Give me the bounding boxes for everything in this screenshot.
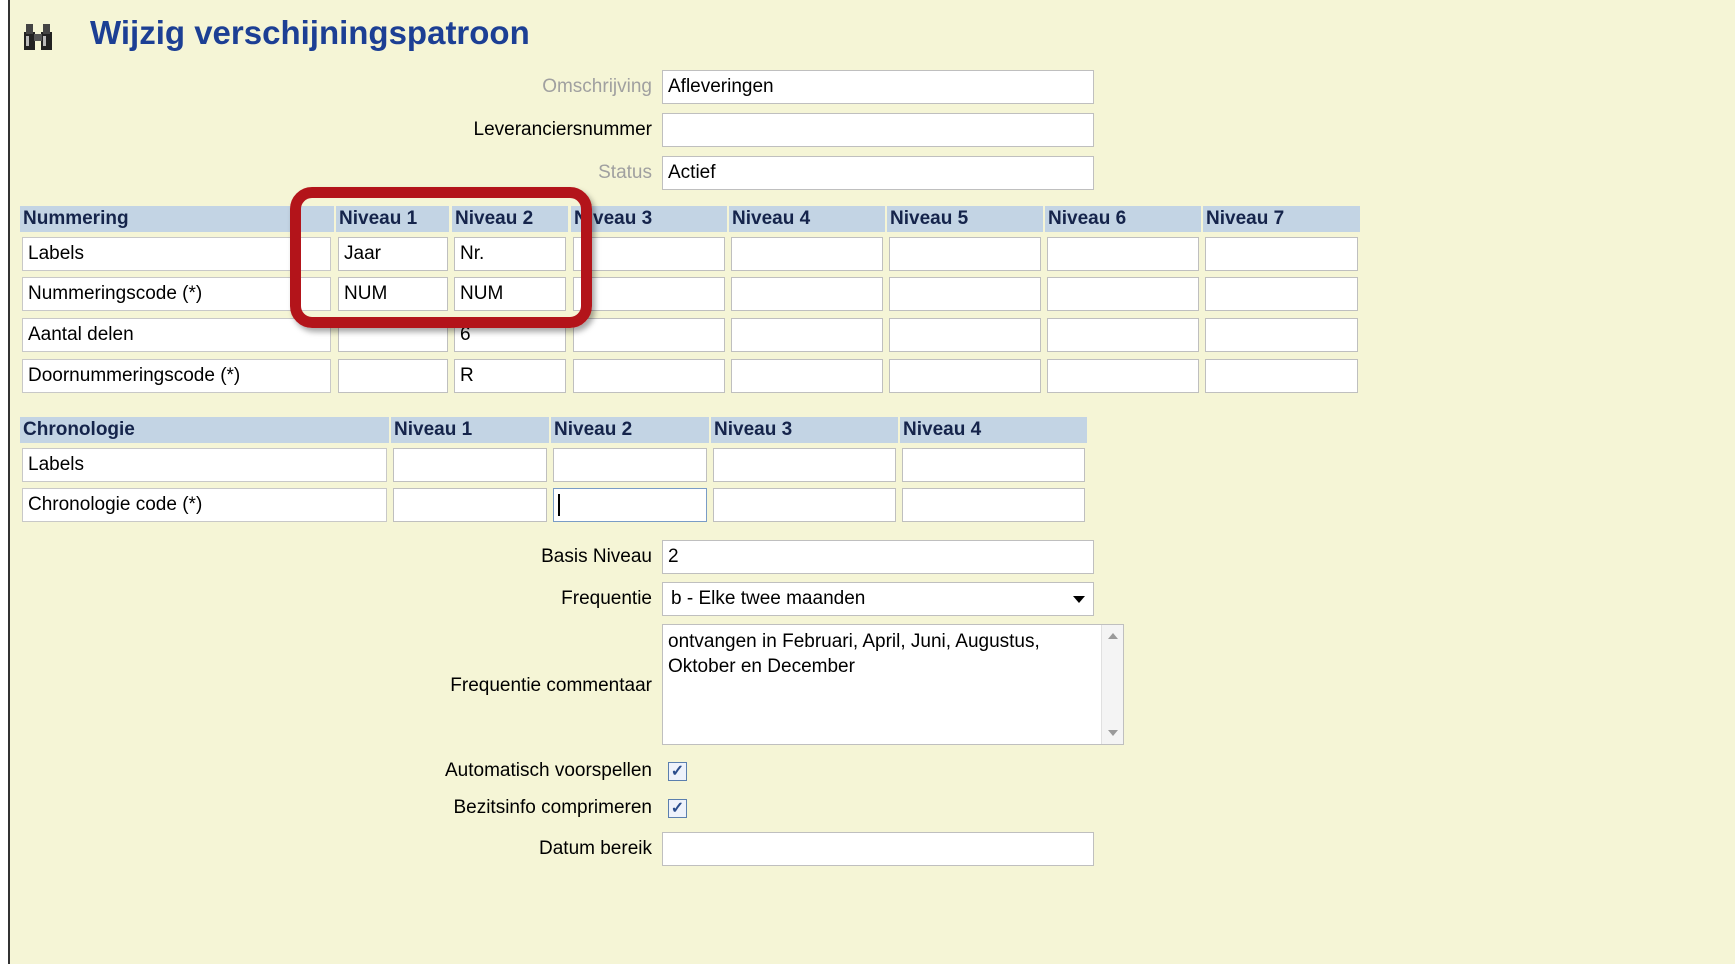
chronologie-cell-input[interactable]	[713, 448, 896, 482]
chronologie-row-label: Chronologie code (*)	[22, 488, 387, 522]
bezitsinfo-comprimeren-label: Bezitsinfo comprimeren	[453, 797, 652, 818]
omschrijving-input[interactable]: Afleveringen	[662, 70, 1094, 104]
nummering-cell-input[interactable]	[889, 318, 1041, 352]
status-label: Status	[598, 162, 652, 183]
annotation-highlight-box	[290, 187, 592, 328]
frequentie-select[interactable]: b - Elke twee maanden	[662, 582, 1094, 616]
chronologie-cell-input[interactable]	[393, 488, 547, 522]
frequentie-label: Frequentie	[561, 588, 652, 609]
nummering-cell-input[interactable]	[1205, 318, 1358, 352]
nummering-cell-input[interactable]	[889, 277, 1041, 311]
nummering-row-label: Labels	[22, 237, 331, 271]
basis-niveau-label: Basis Niveau	[541, 546, 652, 567]
nummering-cell-input[interactable]	[1047, 277, 1199, 311]
automatisch-voorspellen-label: Automatisch voorspellen	[445, 760, 652, 781]
datum-bereik-label: Datum bereik	[539, 838, 652, 859]
chronologie-cell-input[interactable]	[713, 488, 896, 522]
nummering-cell-input[interactable]	[573, 277, 725, 311]
chronologie-cell-input[interactable]	[393, 448, 547, 482]
form-panel: Wijzig verschijningspatroon Omschrijving…	[8, 0, 1735, 964]
basis-niveau-input[interactable]: 2	[662, 540, 1094, 574]
nummering-row-label: Aantal delen	[22, 318, 331, 352]
nummering-row-label: Nummeringscode (*)	[22, 277, 331, 311]
nummering-cell-input[interactable]	[1205, 237, 1358, 271]
automatisch-voorspellen-checkbox[interactable]: ✓	[668, 762, 687, 781]
nummering-cell-input[interactable]	[1047, 318, 1199, 352]
nummering-cell-input[interactable]	[1047, 359, 1199, 393]
textarea-scrollbar[interactable]	[1101, 625, 1123, 744]
chronologie-row-label: Labels	[22, 448, 387, 482]
nummering-cell-input[interactable]	[731, 237, 883, 271]
nummering-col-header: Niveau 7	[1203, 206, 1360, 232]
leveranciersnummer-input[interactable]	[662, 113, 1094, 147]
scroll-down-icon[interactable]	[1108, 730, 1118, 736]
frequentie-commentaar-textarea[interactable]: ontvangen in Februari, April, Juni, Augu…	[662, 624, 1124, 745]
nummering-cell-input[interactable]	[889, 359, 1041, 393]
chronologie-header: Chronologie	[20, 417, 389, 443]
chronologie-col-header: Niveau 3	[711, 417, 898, 443]
nummering-cell-input[interactable]	[573, 318, 725, 352]
omschrijving-label: Omschrijving	[542, 76, 652, 97]
status-field[interactable]: Actief	[662, 156, 1094, 190]
leveranciersnummer-label: Leveranciersnummer	[473, 119, 652, 140]
nummering-header: Nummering	[20, 206, 334, 232]
chronologie-cell-input[interactable]	[553, 448, 707, 482]
nummering-col-header: Niveau 3	[571, 206, 727, 232]
frequentie-commentaar-label: Frequentie commentaar	[450, 675, 652, 696]
nummering-cell-input[interactable]: R	[454, 359, 566, 393]
text-caret	[558, 494, 560, 516]
nummering-cell-input[interactable]	[731, 318, 883, 352]
chronologie-col-header: Niveau 1	[391, 417, 549, 443]
nummering-col-header: Niveau 4	[729, 206, 885, 232]
nummering-row-label: Doornummeringscode (*)	[22, 359, 331, 393]
nummering-col-header: Niveau 5	[887, 206, 1043, 232]
chronologie-cell-input[interactable]	[902, 488, 1085, 522]
bezitsinfo-comprimeren-checkbox[interactable]: ✓	[668, 799, 687, 818]
scroll-up-icon[interactable]	[1108, 633, 1118, 639]
nummering-cell-input[interactable]	[573, 359, 725, 393]
chronologie-cell-input[interactable]	[902, 448, 1085, 482]
nummering-cell-input[interactable]	[731, 359, 883, 393]
nummering-cell-input[interactable]	[1205, 277, 1358, 311]
nummering-cell-input[interactable]	[889, 237, 1041, 271]
nummering-cell-input[interactable]	[573, 237, 725, 271]
dropdown-arrow-icon[interactable]	[1073, 596, 1085, 604]
chronologie-col-header: Niveau 4	[900, 417, 1087, 443]
nummering-cell-input[interactable]	[1047, 237, 1199, 271]
nummering-cell-input[interactable]	[1205, 359, 1358, 393]
binoculars-icon	[24, 24, 52, 50]
nummering-cell-input[interactable]	[731, 277, 883, 311]
frequentie-selected-value: b - Elke twee maanden	[671, 588, 866, 609]
nummering-cell-input[interactable]	[338, 359, 448, 393]
chronologie-col-header: Niveau 2	[551, 417, 709, 443]
chronologie-cell-input-focused[interactable]	[553, 488, 707, 522]
datum-bereik-input[interactable]	[662, 832, 1094, 866]
page-title: Wijzig verschijningspatroon	[90, 14, 530, 51]
nummering-col-header: Niveau 6	[1045, 206, 1201, 232]
